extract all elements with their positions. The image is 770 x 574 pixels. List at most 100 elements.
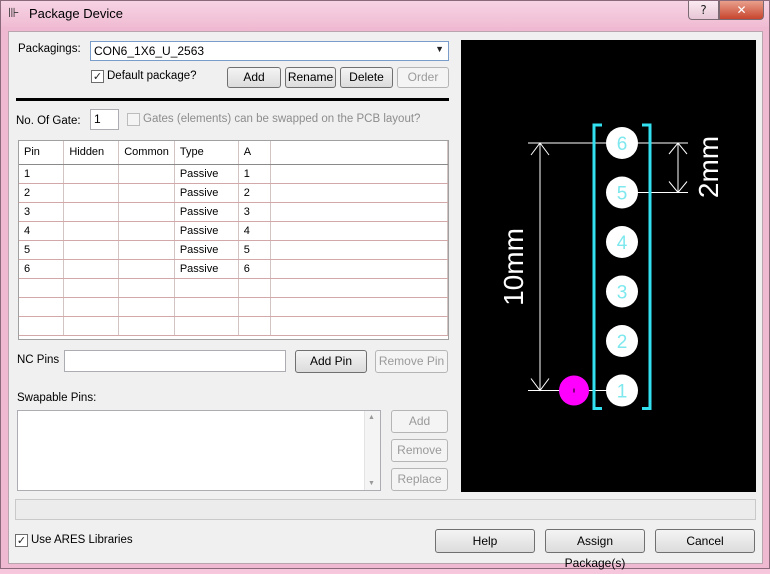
- table-row[interactable]: 4 Passive 4: [19, 221, 448, 241]
- table-row[interactable]: 3 Passive 3: [19, 202, 448, 222]
- table-cell-filler: [270, 240, 448, 260]
- table-cell-empty: [19, 278, 65, 298]
- pad-label: 4: [617, 233, 628, 254]
- column-header-common[interactable]: Common: [118, 141, 175, 165]
- table-cell-common[interactable]: [118, 202, 175, 222]
- table-cell-pin[interactable]: 1: [19, 164, 65, 184]
- swapable-pins-label: Swapable Pins:: [17, 392, 97, 404]
- table-cell-common[interactable]: [118, 164, 175, 184]
- default-package-label: Default package?: [107, 70, 197, 82]
- use-ares-checkbox[interactable]: ✓: [15, 534, 28, 547]
- packagings-label: Packagings:: [18, 43, 81, 55]
- table-cell-filler: [270, 259, 448, 279]
- table-cell-hidden[interactable]: [63, 221, 120, 241]
- table-cell-common[interactable]: [118, 221, 175, 241]
- table-cell-type[interactable]: Passive: [174, 221, 239, 241]
- table-cell-empty: [63, 297, 120, 317]
- swapable-pins-list[interactable]: ▲ ▼: [17, 410, 381, 491]
- title-bar[interactable]: ⊪ Package Device ? ✕: [1, 1, 769, 27]
- table-cell-empty: [174, 297, 239, 317]
- package-device-dialog: ⊪ Package Device ? ✕ Packagings: CON6_1X…: [0, 0, 770, 570]
- close-icon[interactable]: ✕: [736, 3, 746, 17]
- table-cell-hidden[interactable]: [63, 259, 120, 279]
- table-cell-a[interactable]: 2: [238, 183, 271, 203]
- add-pin-button[interactable]: Add Pin: [295, 350, 367, 373]
- table-cell-type[interactable]: Passive: [174, 202, 239, 222]
- table-row[interactable]: 6 Passive 6: [19, 259, 448, 279]
- order-package-button[interactable]: Order: [397, 67, 449, 88]
- rename-package-button[interactable]: Rename: [285, 67, 336, 88]
- gates-count-field[interactable]: 1: [90, 109, 119, 130]
- table-cell-empty: [118, 278, 175, 298]
- swapable-replace-button[interactable]: Replace: [391, 468, 448, 491]
- table-cell-type[interactable]: Passive: [174, 164, 239, 184]
- table-cell-type[interactable]: Passive: [174, 183, 239, 203]
- table-row[interactable]: 5 Passive 5: [19, 240, 448, 260]
- table-cell-empty: [270, 278, 448, 298]
- table-cell-empty: [270, 316, 448, 336]
- pad-label: 2: [617, 332, 628, 353]
- nc-pins-label: NC Pins: [17, 354, 60, 366]
- table-cell-hidden[interactable]: [63, 202, 120, 222]
- table-cell-type[interactable]: Passive: [174, 259, 239, 279]
- chevron-down-icon[interactable]: ▼: [435, 44, 444, 54]
- table-cell-pin[interactable]: 4: [19, 221, 65, 241]
- pad-label: 3: [617, 283, 628, 304]
- table-cell-pin[interactable]: 6: [19, 259, 65, 279]
- table-cell-hidden[interactable]: [63, 183, 120, 203]
- table-row-empty[interactable]: [19, 278, 448, 298]
- swapable-add-button[interactable]: Add: [391, 410, 448, 433]
- table-cell-empty: [238, 278, 271, 298]
- table-cell-filler: [270, 202, 448, 222]
- remove-pin-button[interactable]: Remove Pin: [375, 350, 448, 373]
- delete-package-button[interactable]: Delete: [340, 67, 393, 88]
- table-row-empty[interactable]: [19, 316, 448, 336]
- app-icon: ⊪: [8, 6, 20, 21]
- assign-packages-button[interactable]: Assign Package(s): [545, 529, 645, 570]
- table-cell-a[interactable]: 6: [238, 259, 271, 279]
- nc-pins-field[interactable]: [64, 350, 286, 372]
- table-cell-pin[interactable]: 5: [19, 240, 65, 260]
- table-cell-common[interactable]: [118, 259, 175, 279]
- table-cell-pin[interactable]: 2: [19, 183, 65, 203]
- column-header-filler: [270, 141, 448, 165]
- default-package-checkbox[interactable]: ✓: [91, 70, 104, 83]
- dialog-client-area: Packagings: CON6_1X6_U_2563 ▼ ✓ Default …: [8, 31, 763, 570]
- table-cell-empty: [19, 297, 65, 317]
- table-row-empty[interactable]: [19, 297, 448, 317]
- table-cell-a[interactable]: 4: [238, 221, 271, 241]
- table-cell-empty: [174, 316, 239, 336]
- scroll-down-icon[interactable]: ▼: [368, 480, 375, 487]
- pin-table[interactable]: Pin Hidden Common Type A 1 Passive 1 2 Passive 2 3…: [18, 140, 449, 340]
- table-cell-empty: [238, 316, 271, 336]
- table-cell-common[interactable]: [118, 240, 175, 260]
- table-cell-a[interactable]: 5: [238, 240, 271, 260]
- checkmark-icon: ✓: [92, 70, 103, 83]
- table-cell-type[interactable]: Passive: [174, 240, 239, 260]
- table-cell-a[interactable]: 3: [238, 202, 271, 222]
- add-package-button[interactable]: Add: [227, 67, 281, 88]
- table-cell-common[interactable]: [118, 183, 175, 203]
- swapable-scrollbar[interactable]: ▲ ▼: [364, 411, 380, 490]
- column-header-pin[interactable]: Pin: [19, 141, 65, 165]
- cancel-button[interactable]: Cancel: [655, 529, 755, 553]
- column-header-a[interactable]: A: [238, 141, 271, 165]
- table-cell-a[interactable]: 1: [238, 164, 271, 184]
- swapable-remove-button[interactable]: Remove: [391, 439, 448, 462]
- table-cell-empty: [174, 278, 239, 298]
- scroll-up-icon[interactable]: ▲: [368, 414, 375, 421]
- table-cell-hidden[interactable]: [63, 164, 120, 184]
- title-close-button[interactable]: ✕: [719, 1, 764, 20]
- title-help-button[interactable]: ?: [688, 1, 719, 20]
- window-title: Package Device: [29, 6, 123, 21]
- table-row[interactable]: 2 Passive 2: [19, 183, 448, 203]
- column-header-hidden[interactable]: Hidden: [63, 141, 120, 165]
- table-cell-hidden[interactable]: [63, 240, 120, 260]
- help-button[interactable]: Help: [435, 529, 535, 553]
- swap-gates-checkbox[interactable]: [127, 113, 140, 126]
- table-cell-filler: [270, 183, 448, 203]
- table-row[interactable]: 1 Passive 1: [19, 164, 448, 184]
- column-header-type[interactable]: Type: [174, 141, 239, 165]
- packagings-dropdown[interactable]: CON6_1X6_U_2563 ▼: [90, 41, 449, 61]
- table-cell-pin[interactable]: 3: [19, 202, 65, 222]
